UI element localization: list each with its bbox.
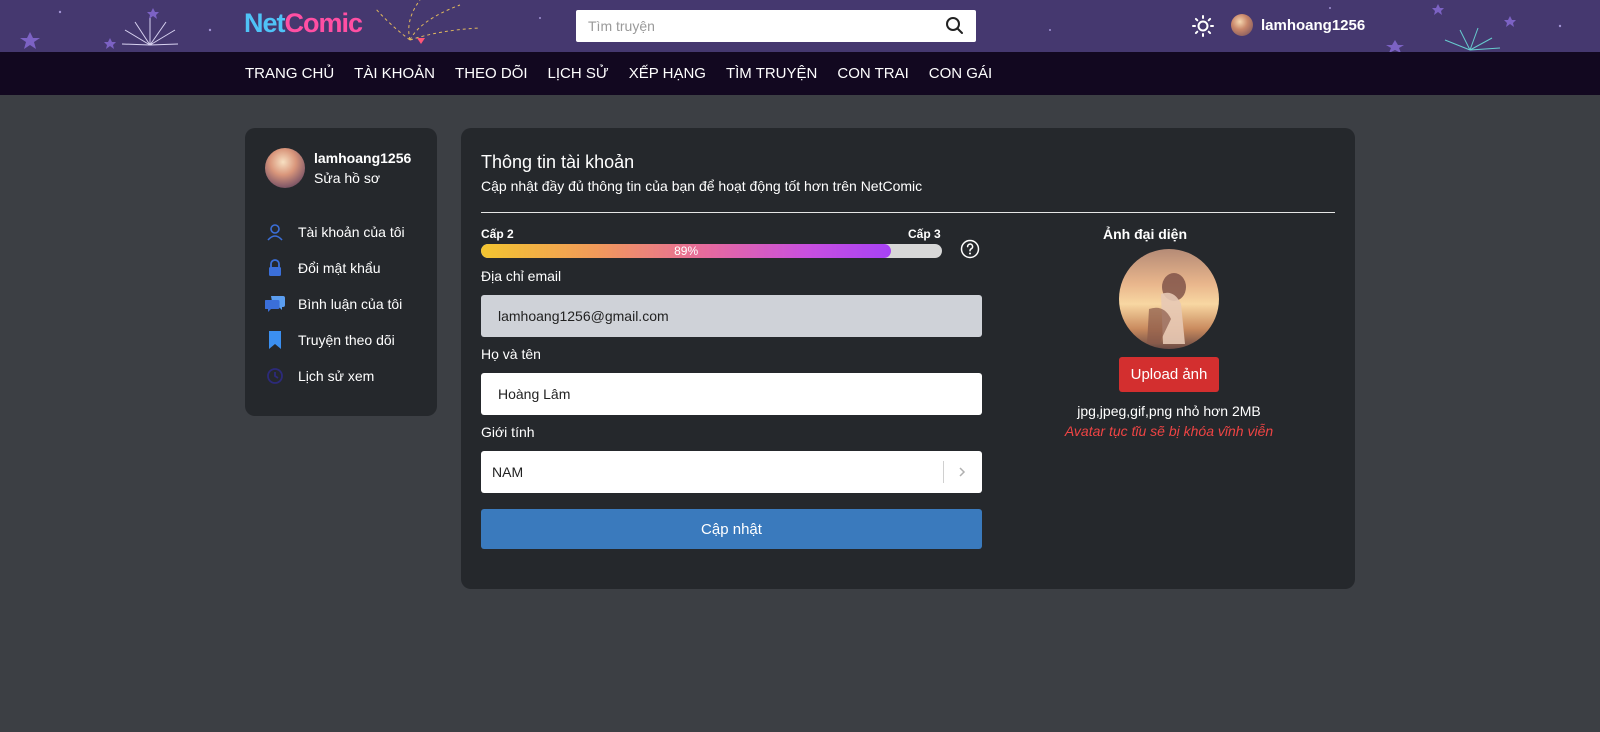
question-icon[interactable] bbox=[960, 239, 980, 259]
avatar-title: Ảnh đại diện bbox=[1103, 226, 1187, 242]
gender-label: Giới tính bbox=[481, 424, 535, 440]
bookmark-icon bbox=[265, 330, 285, 350]
sidebar-item-my-comments[interactable]: Bình luận của tôi bbox=[265, 286, 405, 322]
avatar bbox=[1231, 14, 1253, 36]
header-username: lamhoang1256 bbox=[1261, 16, 1366, 34]
logo-text-net: Net bbox=[244, 8, 286, 38]
nav-item-boys[interactable]: CON TRAI bbox=[837, 65, 908, 82]
edit-profile-link[interactable]: Sửa hồ sơ bbox=[314, 170, 411, 186]
history-icon bbox=[265, 366, 285, 386]
chevron-right-icon bbox=[959, 467, 966, 477]
nav-item-follow[interactable]: THEO DÕI bbox=[455, 65, 528, 82]
sidebar-item-label: Lịch sử xem bbox=[298, 368, 375, 384]
sidebar-username: lamhoang1256 bbox=[314, 150, 412, 166]
nav-item-account[interactable]: TÀI KHOẢN bbox=[354, 65, 435, 82]
sidebar-item-followed[interactable]: Truyện theo dõi bbox=[265, 322, 405, 358]
divider bbox=[481, 212, 1335, 213]
user-icon bbox=[265, 222, 285, 242]
lock-icon bbox=[265, 258, 285, 278]
search-icon[interactable] bbox=[944, 16, 966, 36]
page-subtitle: Cập nhật đầy đủ thông tin của bạn để hoạ… bbox=[481, 178, 923, 194]
email-label: Địa chỉ email bbox=[481, 268, 562, 284]
upload-avatar-button[interactable]: Upload ảnh bbox=[1119, 357, 1219, 392]
avatar-preview bbox=[1119, 249, 1219, 349]
sidebar-item-label: Tài khoản của tôi bbox=[298, 224, 405, 240]
update-button[interactable]: Cập nhật bbox=[481, 509, 982, 549]
sidebar-item-history[interactable]: Lịch sử xem bbox=[265, 358, 405, 394]
nav-item-girls[interactable]: CON GÁI bbox=[929, 65, 992, 82]
sidebar-item-my-account[interactable]: Tài khoản của tôi bbox=[265, 214, 405, 250]
nav-item-ranking[interactable]: XẾP HẠNG bbox=[629, 65, 706, 82]
sidebar-item-change-password[interactable]: Đổi mật khẩu bbox=[265, 250, 405, 286]
account-sidebar: lamhoang1256 Sửa hồ sơ Tài khoản của tôi… bbox=[245, 128, 437, 416]
avatar-warning: Avatar tục tĩu sẽ bị khóa vĩnh viễn bbox=[1064, 423, 1274, 439]
sidebar-item-label: Bình luận của tôi bbox=[298, 296, 403, 312]
avatar-image bbox=[1147, 273, 1186, 344]
search-box bbox=[576, 10, 976, 42]
search-input[interactable] bbox=[576, 10, 936, 42]
next-level-label: Cấp 3 bbox=[908, 227, 941, 241]
current-level-label: Cấp 2 bbox=[481, 227, 514, 241]
sidebar-user: lamhoang1256 Sửa hồ sơ bbox=[265, 148, 411, 188]
sidebar-item-label: Truyện theo dõi bbox=[298, 332, 395, 348]
user-menu[interactable]: lamhoang1256 bbox=[1231, 14, 1365, 36]
nav-item-search[interactable]: TÌM TRUYỆN bbox=[726, 65, 817, 82]
avatar bbox=[265, 148, 305, 188]
fullname-label: Họ và tên bbox=[481, 346, 541, 362]
account-info-panel: Thông tin tài khoản Cập nhật đầy đủ thôn… bbox=[461, 128, 1355, 589]
logo-text-comic: Comic bbox=[284, 8, 364, 38]
gender-select[interactable]: NAM bbox=[481, 451, 982, 493]
nav-item-history[interactable]: LỊCH SỬ bbox=[548, 65, 609, 82]
sidebar-item-label: Đổi mật khẩu bbox=[298, 260, 381, 276]
progress-percent-label: 89% bbox=[674, 244, 699, 258]
email-field[interactable] bbox=[481, 295, 982, 337]
top-header: NetComic lamhoang1256 bbox=[0, 0, 1600, 52]
comment-icon bbox=[265, 294, 285, 314]
main-nav: TRANG CHỦ TÀI KHOẢN THEO DÕI LỊCH SỬ XẾP… bbox=[0, 52, 1600, 95]
avatar-format-note: jpg,jpeg,gif,png nhỏ hơn 2MB bbox=[1077, 403, 1261, 419]
level-progress-bar: 89% bbox=[481, 244, 942, 258]
netcomic-logo[interactable]: NetComic bbox=[244, 8, 364, 39]
select-separator bbox=[943, 461, 944, 483]
page-title: Thông tin tài khoản bbox=[481, 152, 635, 172]
gender-selected-value: NAM bbox=[492, 464, 524, 480]
sun-icon[interactable] bbox=[1192, 15, 1214, 37]
nav-item-home[interactable]: TRANG CHỦ bbox=[245, 65, 334, 82]
fullname-field[interactable] bbox=[481, 373, 982, 415]
